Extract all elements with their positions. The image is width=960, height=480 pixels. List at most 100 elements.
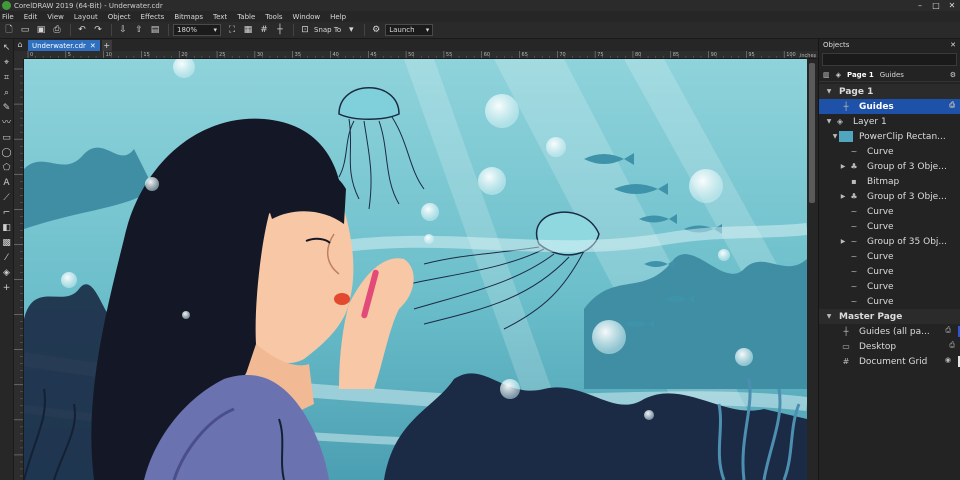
tree-item-label: Curve <box>867 296 894 307</box>
rectangle-tool-icon[interactable]: ▭ <box>1 132 13 144</box>
maximize-icon[interactable]: □ <box>928 0 944 11</box>
tree-desktop[interactable]: ▭ Desktop ⎙ <box>819 339 960 354</box>
chevron-down-icon[interactable]: ▾ <box>344 24 358 37</box>
document-tab-underwater[interactable]: Underwater.cdr ✕ <box>28 40 100 51</box>
close-tab-icon[interactable]: ✕ <box>90 42 96 50</box>
close-icon[interactable]: ✕ <box>950 41 956 49</box>
parallel-dimension-tool-icon[interactable]: ⟋ <box>1 192 13 204</box>
vertical-scrollbar[interactable] <box>807 59 818 480</box>
tree-guides-all-pages[interactable]: ┼ Guides (all pa... ⎙ <box>819 324 960 339</box>
undo-icon[interactable]: ↶ <box>75 24 89 37</box>
tree-curve[interactable]: ~ Curve <box>819 294 960 309</box>
interactive-fill-tool-icon[interactable]: ◈ <box>1 267 13 279</box>
menu-layout[interactable]: Layout <box>74 13 98 21</box>
horizontal-ruler[interactable]: 0 5 10 15 20 25 30 35 40 45 50 55 60 65 70 75 80 85 90 95 10… <box>24 51 818 59</box>
launch-combo[interactable]: Launch ▾ <box>385 24 434 36</box>
tree-guides[interactable]: ┼ Guides ⎙ <box>819 99 960 114</box>
menu-view[interactable]: View <box>47 13 64 21</box>
tree-group[interactable]: ▶ ~ Group of 35 Obj... <box>819 234 960 249</box>
tree-curve[interactable]: ~ Curve <box>819 249 960 264</box>
ruler-origin[interactable] <box>14 51 24 59</box>
pages-icon[interactable]: ▥ <box>823 71 830 79</box>
tree-group[interactable]: ▶ ♣ Group of 3 Obje... <box>819 189 960 204</box>
gear-icon[interactable]: ⚙ <box>950 71 956 79</box>
close-icon[interactable]: ✕ <box>944 0 960 11</box>
tree-layer-1[interactable]: ▼ ◈ Layer 1 <box>819 114 960 129</box>
menu-tools[interactable]: Tools <box>265 13 282 21</box>
drop-shadow-tool-icon[interactable]: ◧ <box>1 222 13 234</box>
zoom-level-combo[interactable]: 180% ▾ <box>173 24 221 36</box>
show-grid-icon[interactable]: # <box>257 24 271 37</box>
menu-table[interactable]: Table <box>237 13 255 21</box>
print-icon[interactable]: ⎙ <box>945 326 951 335</box>
menu-edit[interactable]: Edit <box>24 13 38 21</box>
objects-search-input[interactable] <box>822 53 957 66</box>
print-icon[interactable]: ⎙ <box>50 24 64 37</box>
snap-to-icon[interactable]: ⊡ <box>298 24 312 37</box>
menu-text[interactable]: Text <box>213 13 227 21</box>
menu-file[interactable]: File <box>2 13 14 21</box>
tree-curve[interactable]: ~ Curve <box>819 204 960 219</box>
menu-help[interactable]: Help <box>330 13 346 21</box>
full-screen-preview-icon[interactable]: ⛶ <box>225 24 239 37</box>
artistic-media-tool-icon[interactable]: 〰 <box>1 117 13 129</box>
show-guidelines-icon[interactable]: ┼ <box>273 24 287 37</box>
shape-tool-icon[interactable]: ⌖ <box>1 57 13 69</box>
scrollbar-thumb[interactable] <box>809 63 815 203</box>
polygon-tool-icon[interactable]: ⬠ <box>1 162 13 174</box>
open-folder-icon[interactable]: ▭ <box>18 24 32 37</box>
welcome-home-icon[interactable]: ⌂ <box>14 39 26 51</box>
tree-curve[interactable]: ~ Curve <box>819 279 960 294</box>
layers-icon[interactable]: ◈ <box>836 71 841 79</box>
transparency-tool-icon[interactable]: ▩ <box>1 237 13 249</box>
minimize-icon[interactable]: – <box>912 0 928 11</box>
ruler-tick-label: 40 <box>332 52 338 58</box>
menu-window[interactable]: Window <box>293 13 321 21</box>
expand-arrow-icon[interactable]: ▶ <box>839 238 847 245</box>
menu-effects[interactable]: Effects <box>141 13 165 21</box>
publish-pdf-icon[interactable]: ▤ <box>148 24 162 37</box>
vertical-ruler[interactable] <box>14 59 24 480</box>
expand-arrow-icon[interactable]: ▶ <box>839 163 847 170</box>
tree-bitmap[interactable]: ▪ Bitmap <box>819 174 960 189</box>
zoom-tool-icon[interactable]: ⌕ <box>1 87 13 99</box>
export-icon[interactable]: ⇧ <box>132 24 146 37</box>
options-gear-icon[interactable]: ⚙ <box>369 24 383 37</box>
print-icon[interactable]: ⎙ <box>949 101 955 110</box>
expand-arrow-icon[interactable]: ▼ <box>825 118 833 125</box>
tree-powerclip[interactable]: ▼ PowerClip Rectan... <box>819 129 960 144</box>
snap-to-button[interactable]: Snap To <box>314 26 341 34</box>
current-page-label[interactable]: Page 1 <box>847 71 874 79</box>
print-icon[interactable]: ⎙ <box>949 341 955 350</box>
import-icon[interactable]: ⇩ <box>116 24 130 37</box>
redo-icon[interactable]: ↷ <box>91 24 105 37</box>
save-icon[interactable]: ▣ <box>34 24 48 37</box>
tree-group[interactable]: ▶ ♣ Group of 3 Obje... <box>819 159 960 174</box>
text-tool-icon[interactable]: A <box>1 177 13 189</box>
eyedropper-tool-icon[interactable]: ⁄ <box>1 252 13 264</box>
show-rulers-icon[interactable]: ▦ <box>241 24 255 37</box>
freehand-tool-icon[interactable]: ✎ <box>1 102 13 114</box>
guides-label[interactable]: Guides <box>880 71 904 79</box>
tree-document-grid[interactable]: # Document Grid ◉ <box>819 354 960 369</box>
tree-page-1[interactable]: ▼ Page 1 <box>819 84 960 99</box>
ellipse-tool-icon[interactable]: ◯ <box>1 147 13 159</box>
expand-arrow-icon[interactable]: ▶ <box>839 193 847 200</box>
tree-curve[interactable]: ~ Curve <box>819 264 960 279</box>
new-document-icon[interactable]: 🗋 <box>2 24 16 37</box>
expand-arrow-icon[interactable]: ▼ <box>831 133 839 140</box>
menu-object[interactable]: Object <box>108 13 131 21</box>
drawing-canvas[interactable] <box>24 59 807 480</box>
pick-tool-icon[interactable]: ↖ <box>1 42 13 54</box>
expand-arrow-icon[interactable]: ▼ <box>825 313 833 320</box>
visibility-eye-icon[interactable]: ◉ <box>945 356 951 364</box>
tree-curve[interactable]: ~ Curve <box>819 219 960 234</box>
tree-master-page[interactable]: ▼ Master Page <box>819 309 960 324</box>
new-document-tab-button[interactable]: + <box>101 40 112 51</box>
expand-arrow-icon[interactable]: ▼ <box>825 88 833 95</box>
add-tool-icon[interactable]: + <box>1 282 13 294</box>
menu-bitmaps[interactable]: Bitmaps <box>174 13 203 21</box>
crop-tool-icon[interactable]: ⌗ <box>1 72 13 84</box>
tree-curve[interactable]: ~ Curve <box>819 144 960 159</box>
connector-tool-icon[interactable]: ⌐ <box>1 207 13 219</box>
